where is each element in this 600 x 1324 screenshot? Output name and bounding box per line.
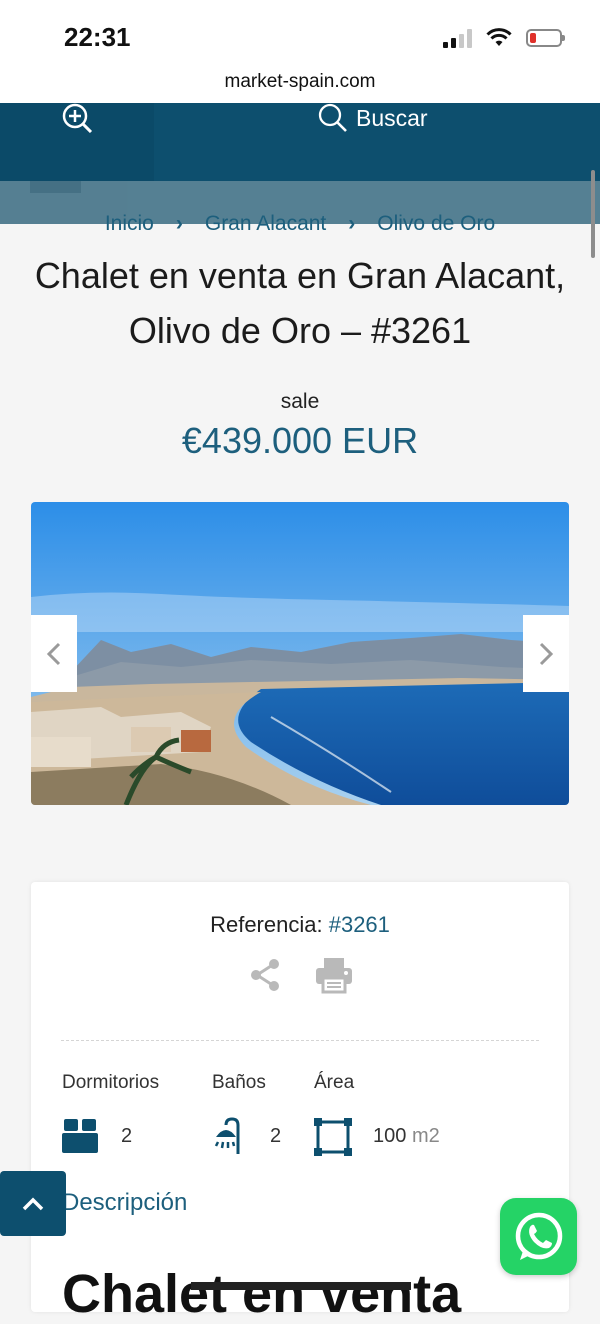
url-bar[interactable]: market-spain.com: [0, 70, 600, 103]
description-tab[interactable]: Descripción: [62, 1189, 187, 1217]
whatsapp-icon: [515, 1212, 562, 1260]
header-tab-piece: [30, 181, 81, 193]
reference-line: Referencia: #3261: [31, 912, 569, 938]
photo-prev-button[interactable]: [31, 615, 77, 692]
whatsapp-button[interactable]: [500, 1198, 577, 1275]
status-icons: [443, 28, 565, 48]
shower-icon: [214, 1117, 240, 1154]
search-icon: [318, 103, 347, 132]
heading-overlay-bar: [191, 1282, 411, 1290]
breadcrumb: Inicio › Gran Alacant › Olivo de Oro: [0, 212, 600, 236]
bedrooms-label: Dormitorios: [62, 1072, 160, 1093]
area-value: 100: [373, 1125, 407, 1147]
bathrooms-value: 2: [270, 1125, 282, 1147]
cellular-signal-icon: [443, 28, 472, 48]
area-label: Área: [314, 1072, 355, 1093]
status-bar: 22:31: [0, 0, 600, 70]
page-title: Chalet en venta en Gran Alacant, Olivo d…: [34, 255, 566, 351]
breadcrumb-item-inicio[interactable]: Inicio: [105, 212, 154, 236]
wifi-icon: [486, 28, 512, 46]
breadcrumb-item-gran-alacant[interactable]: Gran Alacant: [205, 212, 326, 236]
property-photo[interactable]: [31, 502, 569, 805]
status-time: 22:31: [64, 22, 131, 52]
bedrooms-value: 2: [121, 1125, 133, 1147]
share-icon[interactable]: [249, 956, 281, 994]
listing-status: sale: [280, 390, 320, 413]
chevron-right-icon: [539, 642, 554, 665]
breadcrumb-chevron-icon: ›: [348, 212, 356, 235]
breadcrumb-chevron-icon: ›: [175, 212, 183, 235]
zoom-tab[interactable]: [0, 103, 154, 181]
property-details-card: Referencia: #3261 Dormitorios Baños Área…: [31, 882, 569, 1324]
area-unit: m2: [411, 1125, 440, 1147]
photo-next-button[interactable]: [523, 615, 569, 692]
bathrooms-label: Baños: [212, 1072, 266, 1093]
search-button[interactable]: Buscar: [318, 103, 428, 133]
chevron-up-icon: [22, 1197, 44, 1210]
card-divider: [61, 1040, 539, 1041]
site-header: Buscar: [0, 103, 600, 181]
listing-price: €439.000 EUR: [181, 420, 419, 461]
search-label: Buscar: [356, 104, 428, 131]
reference-label: Referencia:: [210, 912, 323, 937]
chevron-left-icon: [46, 642, 61, 665]
zoom-in-icon[interactable]: [60, 103, 94, 133]
breadcrumb-item-olivo-de-oro[interactable]: Olivo de Oro: [377, 212, 495, 236]
coastline-landscape-image: [31, 502, 569, 805]
area-icon: [314, 1118, 352, 1156]
battery-icon: [526, 29, 565, 47]
back-to-top-button[interactable]: [0, 1171, 66, 1236]
bed-icon: [62, 1119, 98, 1153]
area-value-line: 100 m2: [373, 1125, 440, 1148]
reference-value: #3261: [328, 912, 390, 937]
description-heading: Chalet en venta: [62, 1264, 462, 1324]
print-icon[interactable]: [314, 956, 354, 994]
scrollbar-thumb[interactable]: [591, 170, 595, 258]
